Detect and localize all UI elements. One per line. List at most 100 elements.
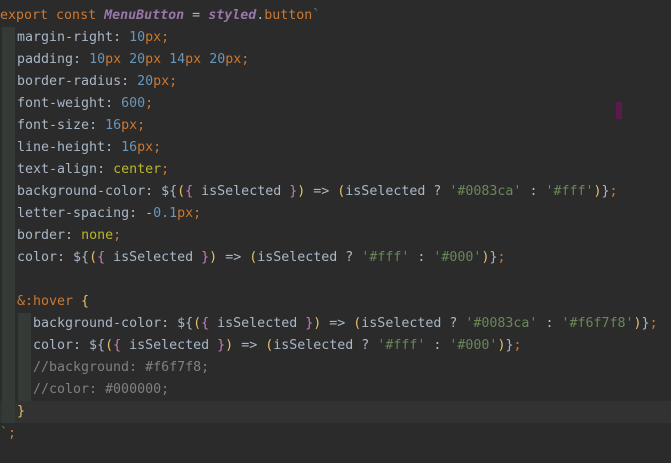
code-token: 16 [121, 140, 138, 155]
code-line[interactable]: export const MenuButton = styled.button` [0, 5, 671, 27]
code-line[interactable]: font-weight: 600; [0, 93, 671, 115]
code-token: } [641, 316, 650, 331]
code-line[interactable]: `; [0, 423, 671, 445]
code-text: export const MenuButton = styled.button` [0, 5, 320, 27]
indent-guide [2, 357, 15, 379]
code-text: background-color: ${({ isSelected }) => … [17, 181, 618, 203]
code-text: //color: #000000; [33, 379, 169, 401]
code-token: : [521, 184, 546, 199]
code-token: : [113, 30, 130, 45]
indent-guide [18, 335, 31, 357]
code-token: : ${ [57, 250, 90, 265]
indent-guide [2, 225, 15, 247]
code-token: '#0083ca' [465, 316, 538, 331]
code-token: '#000' [449, 338, 498, 353]
code-token: center [113, 162, 162, 177]
code-line[interactable]: letter-spacing: -0.1px; [0, 203, 671, 225]
code-token: 14 [169, 52, 186, 67]
indent-guide [2, 379, 15, 401]
code-token: px [225, 52, 242, 67]
code-token: } [201, 250, 210, 265]
code-token: background-color [33, 316, 162, 331]
code-token: ; [153, 140, 162, 155]
code-text: border: none; [17, 225, 121, 247]
code-token: color [33, 338, 74, 353]
code-token: ; [137, 118, 146, 133]
code-text: padding: 10px 20px 14px 20px; [17, 49, 249, 71]
code-line[interactable]: color: ${({ isSelected }) => (isSelected… [0, 335, 671, 357]
code-token: line-height [17, 140, 106, 155]
code-line[interactable]: background-color: ${({ isSelected }) => … [0, 181, 671, 203]
code-token: ; [609, 184, 618, 199]
code-token: : [409, 250, 434, 265]
indent-guide [18, 357, 31, 379]
code-token: none [81, 228, 114, 243]
code-line[interactable]: text-align: center; [0, 159, 671, 181]
code-token: => [233, 338, 266, 353]
code-token: export [0, 8, 57, 23]
code-token: : ${ [73, 338, 106, 353]
indent-guide [2, 269, 15, 291]
code-token: : [65, 228, 82, 243]
code-token: { [201, 316, 218, 331]
code-token: : [89, 118, 106, 133]
code-token: border-radius [17, 74, 122, 89]
code-token: isSelected ? [345, 184, 450, 199]
code-token: ) [633, 316, 642, 331]
code-token: background-color [17, 184, 146, 199]
code-token: ( [105, 338, 114, 353]
code-token: => [305, 184, 338, 199]
code-line[interactable]: background-color: ${({ isSelected }) => … [0, 313, 671, 335]
code-token: color [17, 250, 58, 265]
code-token: ( [89, 250, 98, 265]
code-editor[interactable]: export const MenuButton = styled.button`… [0, 0, 671, 463]
code-token: &:hover [17, 294, 82, 309]
code-line[interactable]: border: none; [0, 225, 671, 247]
code-text: margin-right: 10px; [17, 27, 169, 49]
code-line[interactable] [0, 269, 671, 291]
code-token: : [121, 74, 138, 89]
indent-guide [2, 115, 15, 137]
code-line[interactable]: } [0, 401, 671, 423]
indent-guide [2, 159, 15, 181]
code-token: ; [8, 426, 17, 441]
code-token: px [137, 140, 154, 155]
indent-guide [2, 181, 15, 203]
code-token: { [81, 294, 90, 309]
code-line[interactable]: padding: 10px 20px 14px 20px; [0, 49, 671, 71]
code-token: border [17, 228, 66, 243]
indent-guide [2, 401, 15, 423]
code-token: } [217, 338, 226, 353]
code-text: font-weight: 600; [17, 93, 153, 115]
code-token: font-weight [17, 96, 106, 111]
code-line[interactable]: //color: #000000; [0, 379, 671, 401]
code-token: ( [177, 184, 186, 199]
code-token: isSelected [113, 250, 202, 265]
code-line[interactable]: &:hover { [0, 291, 671, 313]
code-token: => [321, 316, 354, 331]
code-line[interactable]: line-height: 16px; [0, 137, 671, 159]
code-line[interactable]: //background: #f6f7f8; [0, 357, 671, 379]
code-line[interactable]: font-size: 16px; [0, 115, 671, 137]
code-token: isSelected [217, 316, 306, 331]
indent-guide [18, 313, 31, 335]
code-token: ; [497, 250, 506, 265]
code-token: '#fff' [361, 250, 410, 265]
code-text: border-radius: 20px; [17, 71, 177, 93]
code-token: : [97, 162, 114, 177]
code-line[interactable]: margin-right: 10px; [0, 27, 671, 49]
code-token: 20 [129, 52, 146, 67]
code-token: '#f6f7f8' [561, 316, 634, 331]
code-line[interactable]: border-radius: 20px; [0, 71, 671, 93]
code-text: color: ${({ isSelected }) => (isSelected… [17, 247, 505, 269]
code-token: ; [513, 338, 522, 353]
code-token: MenuButton [104, 8, 185, 23]
code-token: : ${ [161, 316, 194, 331]
code-line[interactable]: color: ${({ isSelected }) => (isSelected… [0, 247, 671, 269]
code-token: : [105, 140, 122, 155]
code-token: ; [161, 30, 170, 45]
code-token: 10 [89, 52, 106, 67]
code-token: isSelected ? [273, 338, 378, 353]
indent-guide [2, 203, 15, 225]
code-token: 0.1 [153, 206, 178, 221]
